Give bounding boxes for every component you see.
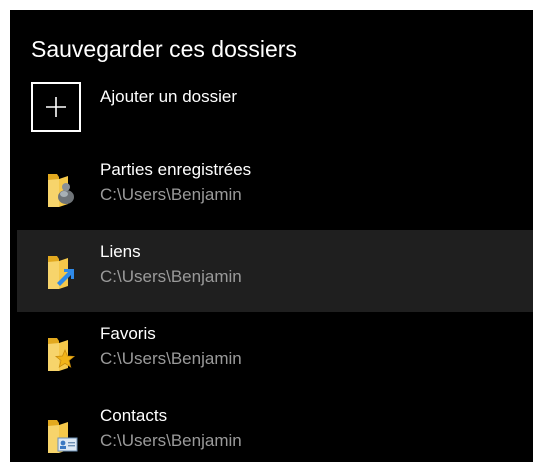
folder-item-links[interactable]: Liens C:\Users\Benjamin [17,230,533,312]
folder-name: Parties enregistrées [100,160,252,179]
favorites-folder-icon [48,338,76,371]
add-folder-box[interactable] [31,82,81,132]
folder-path: C:\Users\Benjamin [100,349,242,368]
folder-path: C:\Users\Benjamin [100,431,242,450]
folder-name: Liens [100,242,141,261]
folder-path: C:\Users\Benjamin [100,267,242,286]
folder-item-contacts[interactable]: Contacts C:\Users\Benjamin [17,394,533,462]
add-folder-button[interactable]: Ajouter un dossier [31,82,331,134]
folder-item-saved-games[interactable]: Parties enregistrées C:\Users\Benjamin [17,148,533,230]
folder-name: Contacts [100,406,168,425]
plus-icon [46,97,66,117]
contacts-folder-icon [48,420,78,453]
saved-games-folder-icon [48,174,74,207]
backup-folders-panel: Sauvegarder ces dossiers Ajouter un doss… [10,10,533,462]
folder-path: C:\Users\Benjamin [100,185,242,204]
links-folder-icon [48,256,74,289]
section-title: Sauvegarder ces dossiers [31,36,297,62]
folder-name: Favoris [100,324,156,343]
add-folder-label: Ajouter un dossier [100,87,238,106]
folder-item-favorites[interactable]: Favoris C:\Users\Benjamin [17,312,533,394]
